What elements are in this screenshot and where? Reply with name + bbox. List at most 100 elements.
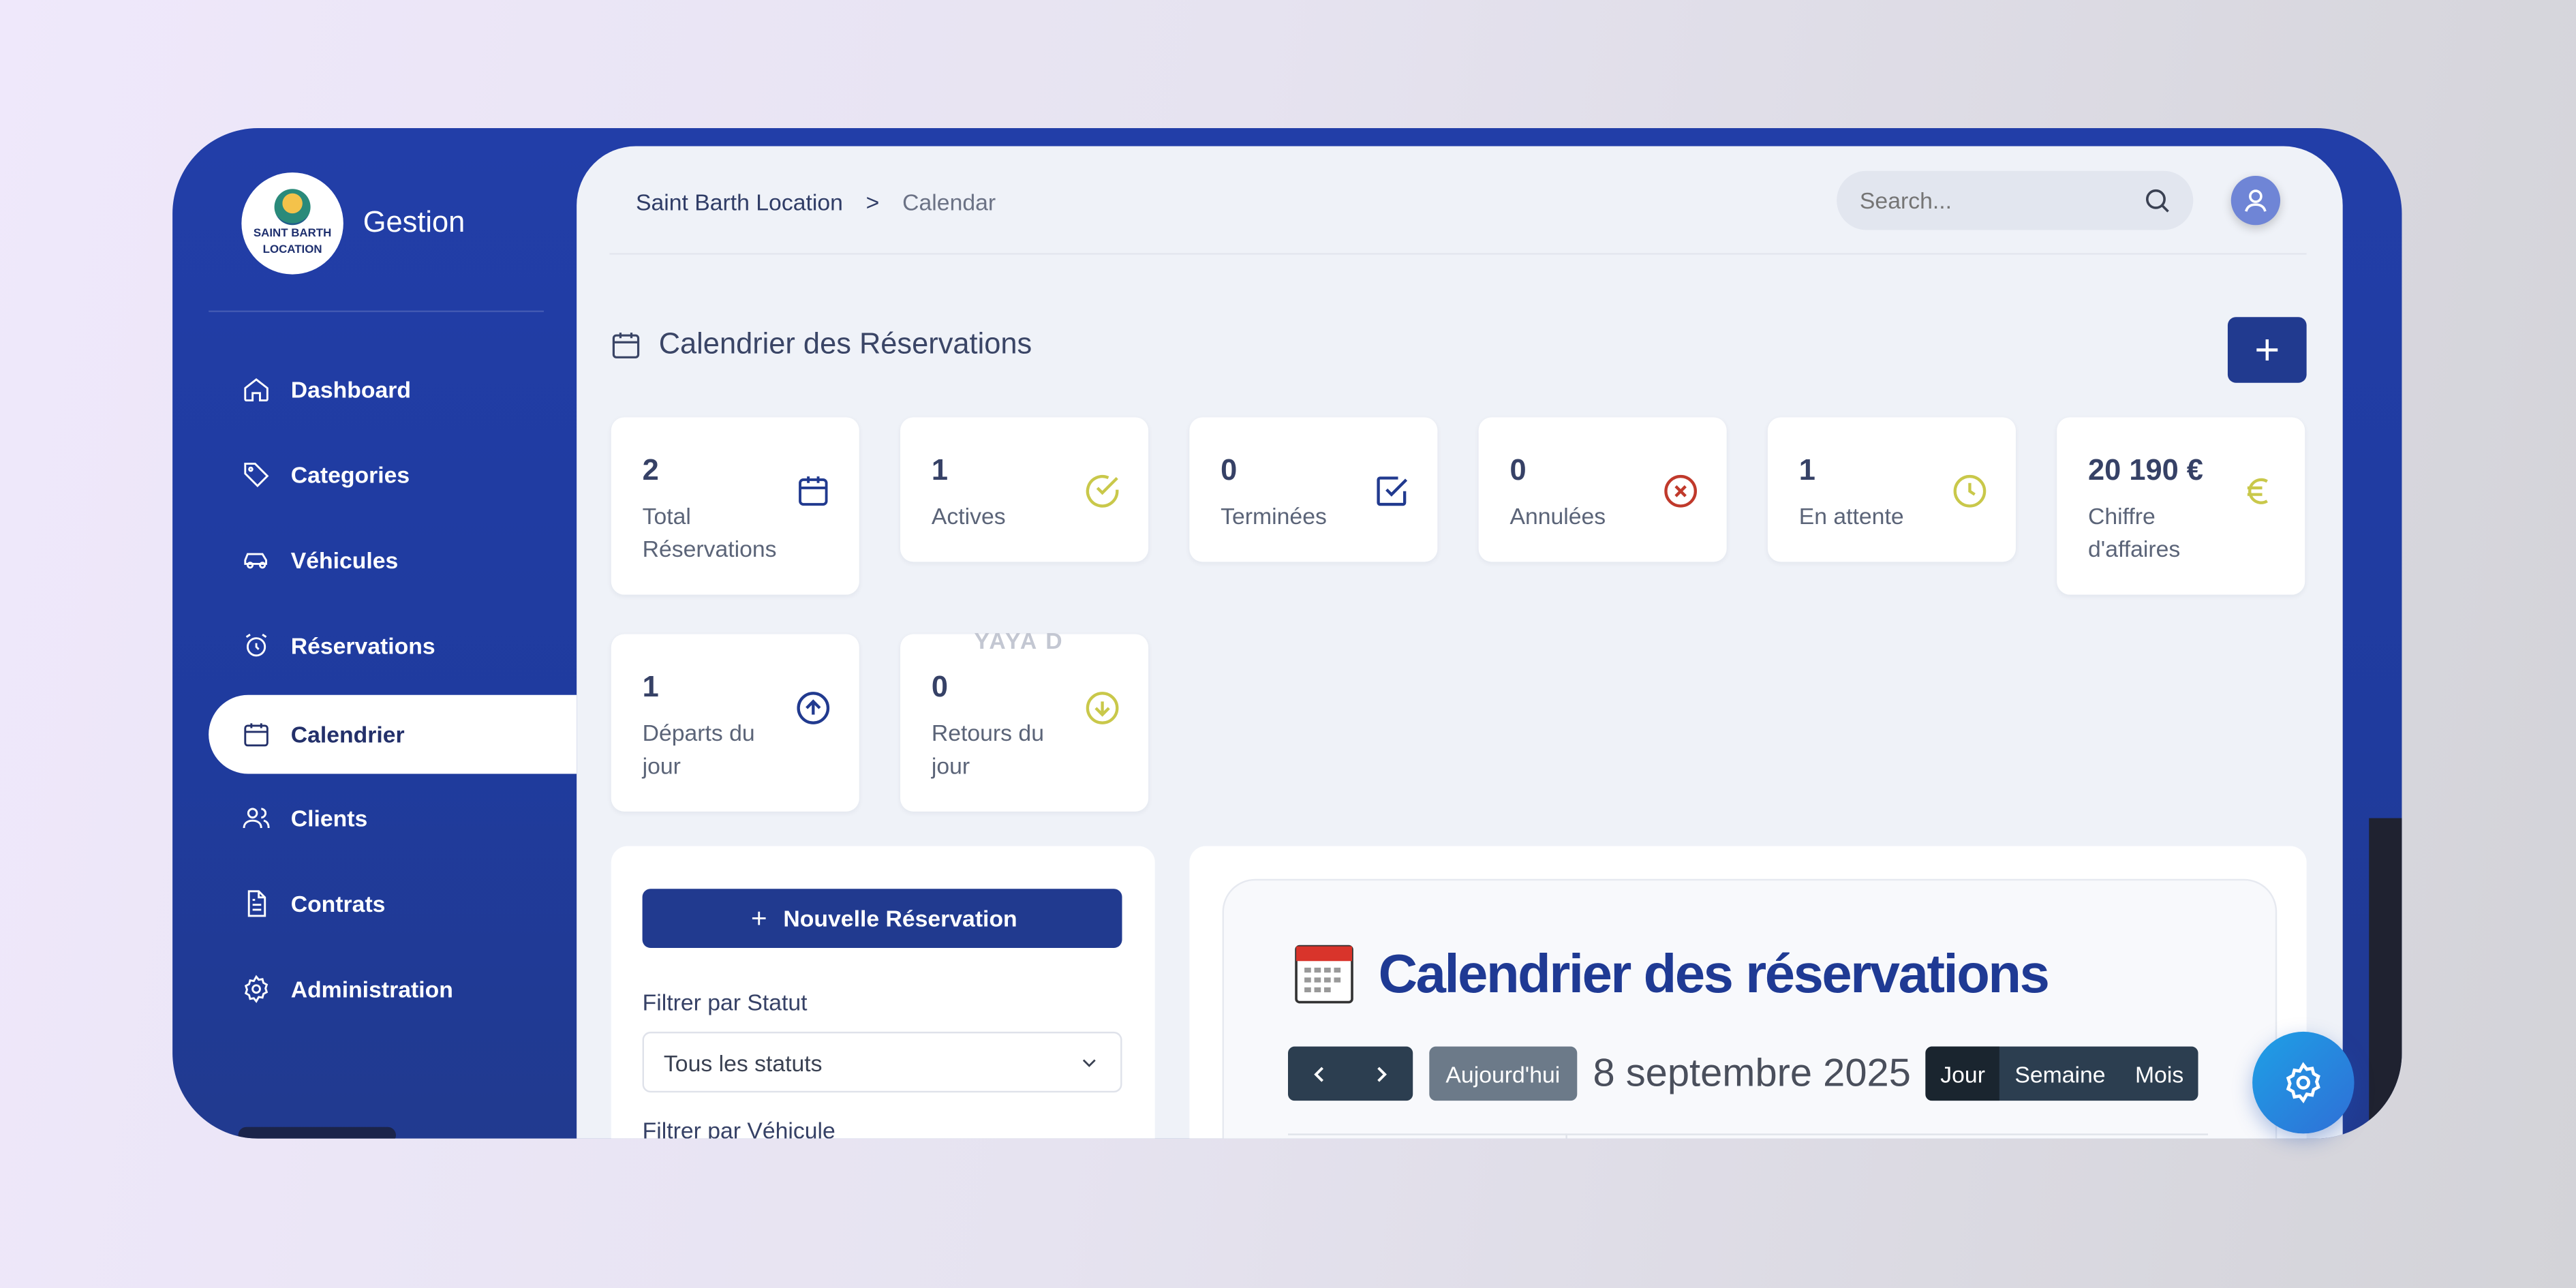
main-content: Saint Barth Location > Calendar Calendri… — [577, 146, 2343, 1139]
sidebar-item-administration[interactable]: Administration — [209, 949, 575, 1028]
stat-value: 20 190 € — [2088, 453, 2203, 487]
search-icon[interactable] — [2143, 185, 2172, 215]
check-square-icon — [1377, 476, 1408, 506]
stat-label: Terminées — [1221, 502, 1327, 530]
prev-button[interactable] — [1288, 1047, 1351, 1101]
calendar-grid-header — [1287, 1133, 2208, 1135]
page-title-text: Calendrier des Réservations — [658, 326, 1032, 360]
breadcrumb-current: Calendar — [902, 189, 996, 215]
settings-fab[interactable] — [2252, 1031, 2355, 1134]
brand-logo[interactable]: SAINT BARTH LOCATION — [241, 172, 343, 275]
stat-value: 0 — [1221, 453, 1238, 487]
sidebar-item-vehicules[interactable]: Véhicules — [209, 521, 575, 600]
check-circle-icon — [1086, 474, 1119, 508]
sidebar-item-label: Clients — [290, 805, 368, 831]
user-icon — [2245, 189, 2267, 212]
stat-label: Actives — [931, 502, 1006, 530]
palm-logo-icon — [274, 189, 311, 226]
calendar-nav-group — [1287, 1046, 1413, 1101]
next-button[interactable] — [1351, 1047, 1413, 1101]
stat-label: Total Réservations — [642, 502, 777, 562]
car-icon — [244, 553, 267, 569]
stat-value: 1 — [1798, 453, 1815, 487]
stat-label: Départs du jour — [642, 719, 755, 779]
breadcrumb-separator: > — [865, 189, 880, 215]
new-reservation-button[interactable]: Nouvelle Réservation — [642, 889, 1122, 948]
calendar-title: Calendrier des réservations — [1293, 942, 2050, 1006]
sidebar-item-categories[interactable]: Categories — [209, 435, 575, 515]
sidebar-item-calendrier[interactable]: Calendrier — [209, 694, 577, 774]
add-button[interactable] — [2227, 317, 2307, 383]
page-title: Calendrier des Réservations — [609, 327, 1032, 362]
chevron-right-icon — [1377, 1066, 1387, 1082]
stat-value: 2 — [642, 453, 659, 487]
stat-card-chiffre-affaires[interactable]: 20 190 € Chiffre d'affaires — [2057, 417, 2305, 595]
status-filter-select[interactable]: Tous les statuts — [642, 1031, 1122, 1093]
calendar-current-date: 8 septembre 2025 — [1593, 1050, 1911, 1095]
calendar-emoji-icon — [1295, 945, 1353, 1004]
stat-value: 0 — [931, 670, 949, 703]
plus-icon — [2256, 339, 2278, 361]
arrow-up-circle-icon — [797, 692, 830, 724]
tag-icon — [244, 462, 269, 488]
new-reservation-label: Nouvelle Réservation — [783, 905, 1017, 932]
sidebar-item-label: Véhicules — [290, 547, 399, 574]
calendar-grid-divider — [1565, 1133, 1567, 1139]
breadcrumb: Saint Barth Location > Calendar — [636, 189, 996, 215]
status-filter-label: Filtrer par Statut — [642, 989, 808, 1015]
calendar-widget: Calendrier des réservations Aujourd'hui — [1222, 878, 2278, 1139]
sidebar-item-label: Dashboard — [290, 376, 411, 403]
calendar-title-text: Calendrier des réservations — [1378, 942, 2050, 1004]
search-box — [1837, 170, 2194, 230]
calendar-toolbar: Aujourd'hui 8 septembre 2025 Jour Semain… — [1287, 1046, 2198, 1101]
filter-panel: Nouvelle Réservation Filtrer par Statut … — [611, 846, 1155, 1139]
stat-card-en-attente[interactable]: 1 En attente — [1767, 417, 2016, 562]
avatar[interactable] — [2230, 175, 2281, 226]
breadcrumb-root[interactable]: Saint Barth Location — [636, 189, 843, 215]
calendar-icon — [799, 476, 828, 506]
sidebar-scroll-indicator — [238, 1126, 396, 1139]
search-input[interactable] — [1856, 185, 2143, 215]
sidebar-item-label: Réservations — [290, 632, 435, 659]
stat-label: Chiffre d'affaires — [2088, 502, 2181, 562]
gear-icon — [244, 975, 269, 1003]
plus-icon — [752, 911, 766, 925]
stat-card-annulees[interactable]: 0 Annulées — [1478, 417, 1727, 562]
calendar-icon — [244, 723, 269, 747]
euro-icon — [2247, 478, 2268, 504]
stat-card-departs[interactable]: 1 Départs du jour — [611, 634, 859, 812]
gear-icon — [2286, 1062, 2320, 1103]
stat-card-actives[interactable]: 1 Actives — [900, 417, 1149, 562]
view-month-button[interactable]: Mois — [2120, 1047, 2198, 1101]
view-day-button[interactable]: Jour — [1925, 1046, 2000, 1101]
sidebar-item-contrats[interactable]: Contrats — [209, 864, 575, 943]
stat-label: Annulées — [1509, 502, 1606, 530]
stat-card-total[interactable]: 2 Total Réservations — [611, 417, 859, 595]
chevron-left-icon — [1314, 1066, 1323, 1082]
app-window: SAINT BARTH LOCATION Gestion Dashboard C… — [172, 128, 2402, 1139]
sidebar-item-label: Contrats — [290, 890, 386, 917]
stat-card-retours[interactable]: 0 Retours du jour — [900, 634, 1149, 812]
sidebar-item-clients[interactable]: Clients — [209, 779, 575, 858]
stat-label: En attente — [1798, 502, 1904, 530]
stat-value: 0 — [1509, 453, 1527, 487]
app-name: Gestion — [363, 205, 465, 239]
stat-label: Retours du jour — [931, 719, 1044, 779]
calendar-panel: Calendrier des réservations Aujourd'hui — [1189, 846, 2307, 1139]
vehicle-filter-label: Filtrer par Véhicule — [642, 1117, 835, 1139]
clock-icon — [1953, 474, 1987, 508]
view-week-button[interactable]: Semaine — [2000, 1047, 2121, 1101]
x-circle-icon — [1664, 474, 1698, 508]
users-icon — [243, 808, 270, 829]
arrow-down-circle-icon — [1086, 692, 1119, 724]
header-divider — [609, 253, 2307, 255]
sidebar-item-label: Calendrier — [290, 721, 405, 748]
sidebar-item-reservations[interactable]: Réservations — [209, 607, 575, 686]
today-button[interactable]: Aujourd'hui — [1429, 1046, 1577, 1101]
stat-card-terminees[interactable]: 0 Terminées — [1189, 417, 1438, 562]
sidebar-divider — [209, 310, 544, 313]
sidebar-item-label: Administration — [290, 975, 453, 1002]
alarm-clock-icon — [245, 633, 267, 657]
home-icon — [244, 378, 269, 402]
sidebar-item-dashboard[interactable]: Dashboard — [209, 350, 575, 429]
